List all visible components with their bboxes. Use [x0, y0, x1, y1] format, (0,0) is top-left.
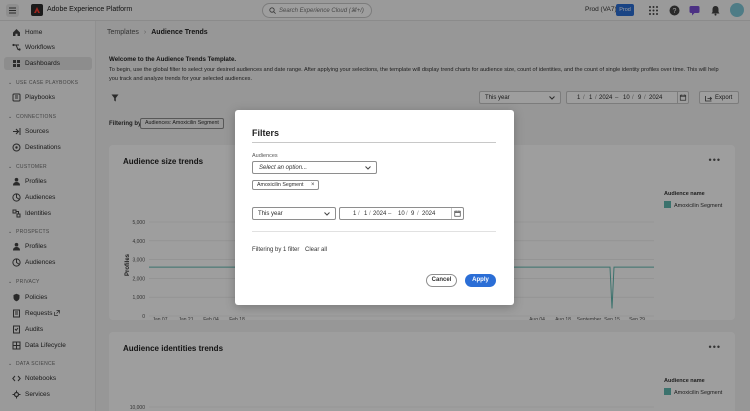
cancel-button[interactable]: Cancel [426, 274, 457, 287]
apply-button[interactable]: Apply [465, 274, 496, 287]
selected-audience-tag: Amoxicilin Segment × [252, 180, 319, 190]
chevron-down-icon [324, 212, 330, 216]
clear-all-button[interactable]: Clear all [305, 247, 327, 253]
audiences-label: Audiences [252, 153, 278, 159]
chevron-down-icon [365, 166, 371, 170]
dialog-title: Filters [252, 128, 280, 138]
remove-tag-icon[interactable]: × [311, 181, 315, 189]
audiences-select[interactable]: Select an option... [252, 161, 377, 174]
dialog-divider [252, 142, 496, 143]
filter-count: Filtering by 1 filter [252, 247, 300, 253]
dialog-date-range-select[interactable]: This year [252, 207, 336, 220]
filters-dialog: Filters Audiences Select an option... Am… [235, 110, 514, 305]
dialog-divider [252, 231, 496, 232]
calendar-icon[interactable] [451, 208, 463, 219]
dialog-date-range-input[interactable]: 1 / 1 / 2024 – 10 / 9 / 2024 [339, 207, 464, 220]
